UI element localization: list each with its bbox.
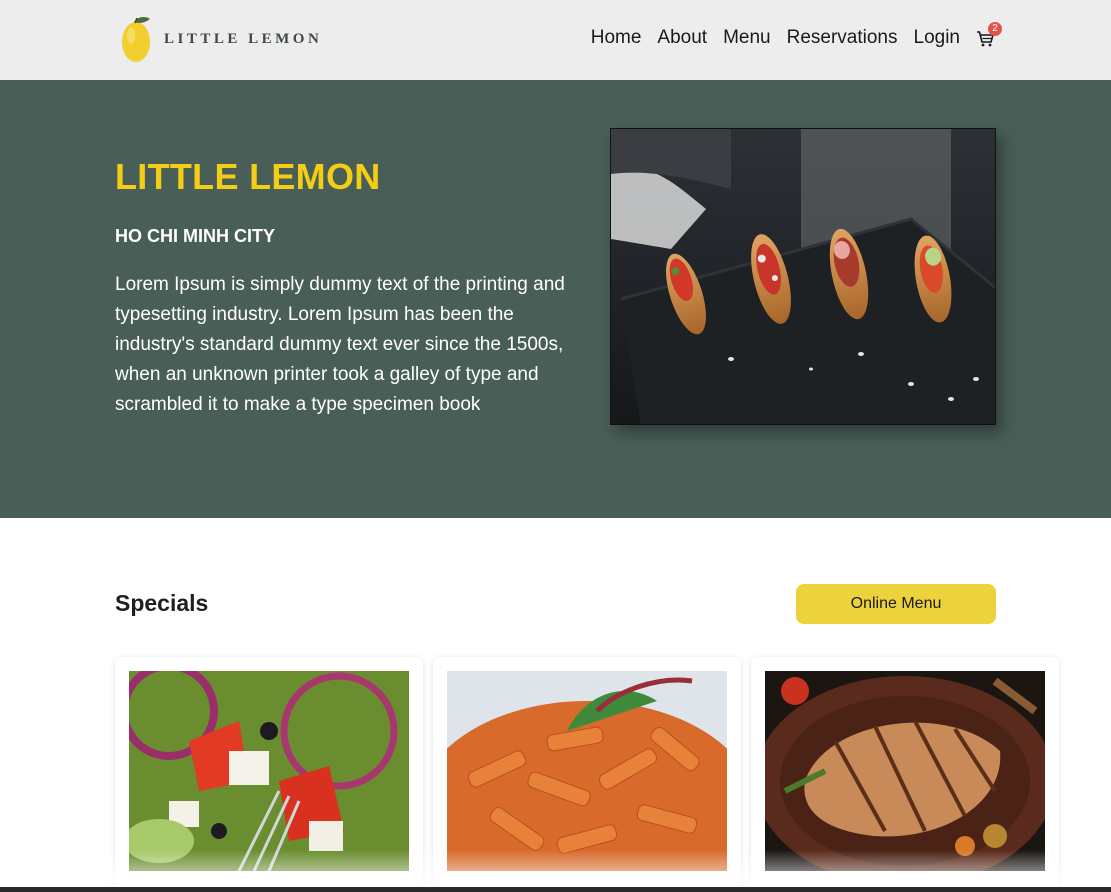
nav-reservations[interactable]: Reservations: [787, 27, 898, 49]
specials-title: Specials: [115, 590, 209, 616]
nav-login[interactable]: Login: [914, 27, 961, 49]
logo[interactable]: LITTLE LEMON: [120, 14, 322, 64]
lemon-icon: [122, 17, 150, 62]
penne-pasta-photo: [447, 671, 727, 871]
hero-subtitle: HO CHI MINH CITY: [115, 226, 275, 246]
nav-home[interactable]: Home: [591, 27, 642, 49]
site-header: LITTLE LEMON Home About Menu Reservation…: [0, 0, 1111, 80]
hero-description: Lorem Ipsum is simply dummy text of the …: [115, 274, 565, 415]
nav-about[interactable]: About: [657, 27, 707, 49]
hero-section: LITTLE LEMON HO CHI MINH CITY Lorem Ipsu…: [0, 80, 1111, 518]
special-card-2[interactable]: [433, 657, 741, 892]
greek-salad-photo: [129, 671, 409, 871]
plated-appetizers-photo: [611, 129, 995, 424]
special-card-1[interactable]: [115, 657, 423, 892]
hero-image: [610, 128, 996, 425]
window-bottom-edge: [0, 887, 1111, 892]
grilled-chicken-photo: [765, 671, 1045, 871]
cart-button[interactable]: 2: [976, 22, 1002, 50]
special-card-3[interactable]: [751, 657, 1059, 892]
online-menu-button[interactable]: Online Menu: [796, 584, 996, 624]
hero-title: LITTLE LEMON: [115, 156, 381, 197]
main-nav: Home About Menu Reservations Login 2: [591, 22, 1002, 50]
nav-menu[interactable]: Menu: [723, 27, 771, 49]
logo-text: LITTLE LEMON: [164, 30, 323, 47]
cart-count-badge: 2: [988, 22, 1002, 36]
